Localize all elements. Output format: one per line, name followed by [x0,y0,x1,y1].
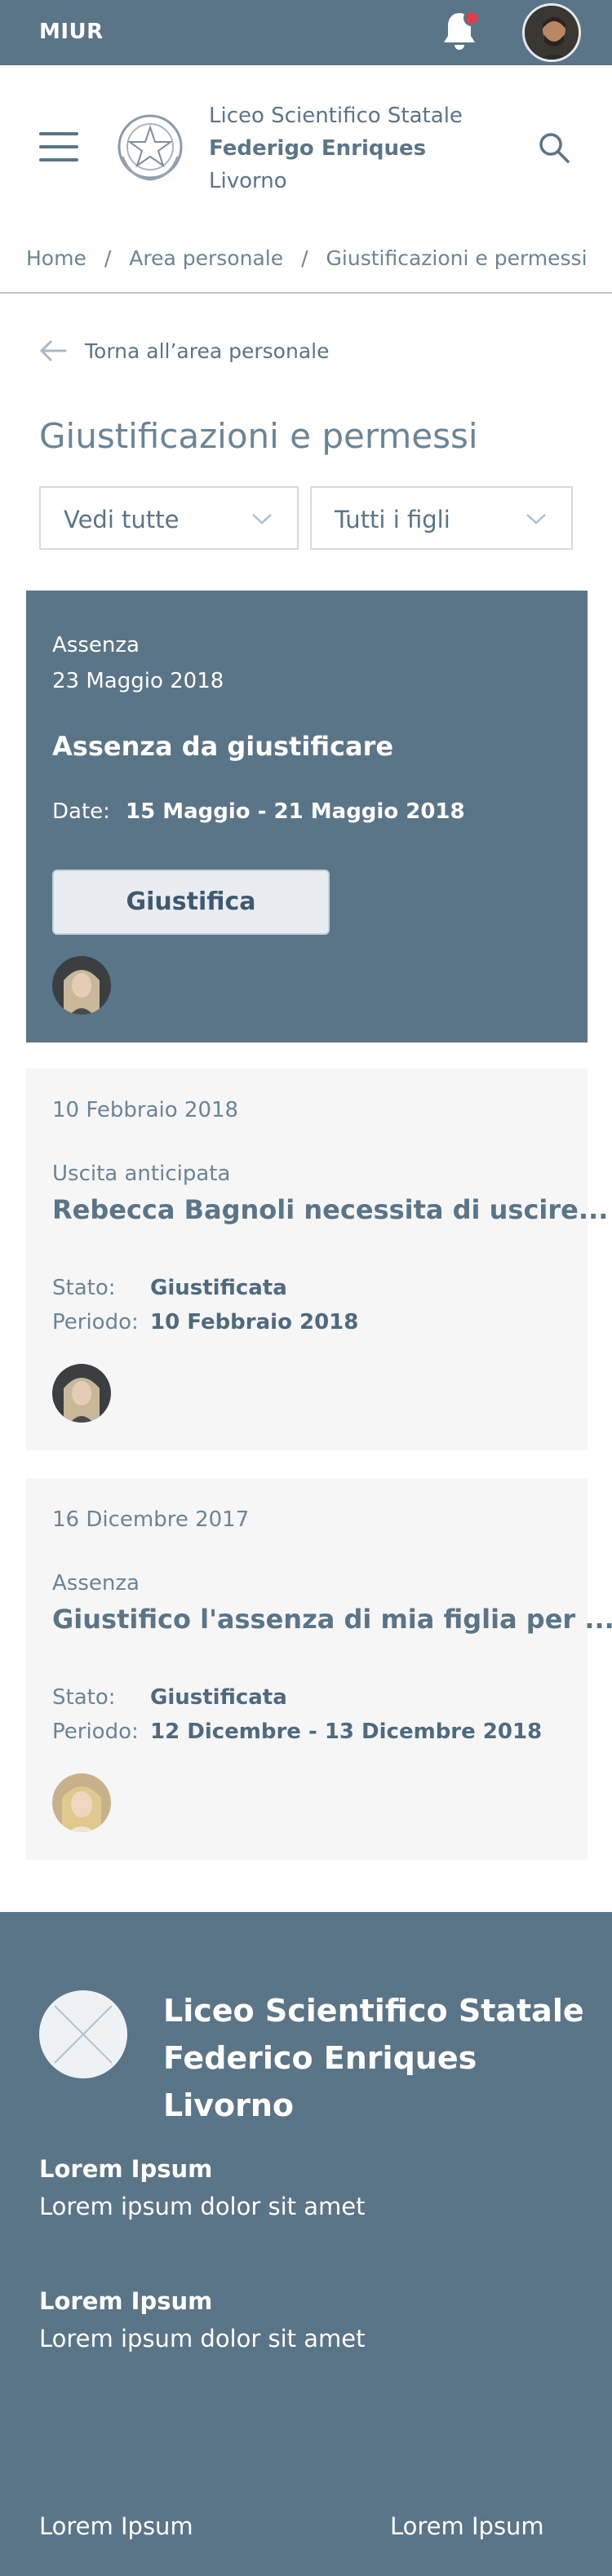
breadcrumb: Home / Area personale / Giustificazioni e pe… [0,228,612,294]
page-title: Giustificazioni e permessi [39,416,478,456]
justification-card[interactable]: 16 Dicembre 2017 Assenza Giustifico l'as… [26,1478,612,1860]
card-period-label: Periodo: [52,1720,139,1744]
breadcrumb-area[interactable]: Area personale [129,246,283,270]
justification-card[interactable]: 10 Febbraio 2018 Uscita anticipata Rebec… [26,1069,608,1450]
notification-badge [463,10,480,26]
footer-school-type: Liceo Scientifico Statale [163,1993,584,2029]
site-footer: Liceo Scientifico Statale Federico Enriq… [0,1912,612,2576]
card-period-value: 10 Febbraio 2018 [150,1310,359,1334]
search-icon [539,133,570,163]
menu-button[interactable] [39,132,78,162]
card-date: 10 Febbraio 2018 [52,1098,239,1122]
filter-show-value: Vedi tutte [64,506,180,533]
card-title[interactable]: Giustifico l'assenza di mia figlia per .… [52,1604,612,1635]
school-type: Liceo Scientifico Statale [209,104,463,128]
chevron-down-icon [526,514,546,524]
footer-school-name: Liceo Scientifico Statale Federico Enriq… [163,1987,584,2129]
footer-link[interactable]: Lorem Ipsum [390,2512,544,2540]
child-avatar [52,1773,111,1832]
card-state-label: Stato: [52,1276,116,1300]
card-period-row: Periodo: 10 Febbraio 2018 [52,1310,358,1334]
filter-children-select[interactable]: Tutti i figli [310,486,573,550]
card-state-label: Stato: [52,1685,116,1710]
card-date: 16 Dicembre 2017 [52,1507,250,1532]
card-kind: Uscita anticipata [52,1162,231,1186]
child-avatar [52,956,111,1015]
filter-show-select[interactable]: Vedi tutte [39,486,299,550]
footer-block-text: Lorem ipsum dolor sit amet [39,2193,366,2220]
card-kind: Assenza [52,633,140,657]
card-period-row: Periodo: 12 Dicembre - 13 Dicembre 2018 [52,1720,542,1744]
footer-link[interactable]: Lorem Ipsum [39,2512,193,2540]
user-avatar[interactable] [522,3,581,62]
card-state-row: Stato: Giustificata [52,1685,287,1710]
card-dates-value: 15 Maggio - 21 Maggio 2018 [126,799,465,824]
card-date: 23 Maggio 2018 [52,669,224,693]
school-title: Federigo Enriques [209,136,427,161]
justification-card-pending[interactable]: Assenza 23 Maggio 2018 Assenza da giusti… [26,591,588,1042]
brand-label[interactable]: MIUR [39,20,104,44]
card-state-value: Giustificata [150,1276,287,1300]
school-city: Livorno [209,169,287,193]
chevron-down-icon [252,514,272,524]
justify-button[interactable]: Giustifica [52,870,330,935]
footer-school-city: Livorno [163,2087,295,2123]
arrow-left-icon [40,340,67,361]
child-avatar [52,1364,111,1423]
card-dates-label: Date: [52,799,110,824]
footer-block-heading: Lorem Ipsum [39,2287,213,2315]
card-state-row: Stato: Giustificata [52,1276,287,1300]
notifications-button[interactable] [441,10,481,55]
republic-emblem-icon [114,108,186,186]
footer-block-heading: Lorem Ipsum [39,2155,213,2183]
card-dates-row: Date: 15 Maggio - 21 Maggio 2018 [52,799,465,824]
top-bar: MIUR [0,0,612,65]
filter-children-value: Tutti i figli [335,506,450,533]
card-title: Assenza da giustificare [52,731,394,762]
breadcrumb-home[interactable]: Home [26,246,86,270]
card-period-value: 12 Dicembre - 13 Dicembre 2018 [150,1720,543,1744]
footer-school-title: Federico Enriques [163,2040,477,2076]
back-link-label: Torna all’area personale [85,339,330,363]
footer-block-text: Lorem ipsum dolor sit amet [39,2325,366,2352]
card-title[interactable]: Rebecca Bagnoli necessita di uscire... [52,1194,608,1225]
breadcrumb-separator: / [301,246,308,270]
card-period-label: Periodo: [52,1310,139,1334]
search-button[interactable] [537,131,571,165]
school-logo-placeholder-icon [39,1990,127,2078]
card-kind: Assenza [52,1571,140,1596]
site-header: Liceo Scientifico Statale Federigo Enriq… [0,65,612,228]
back-link[interactable]: Torna all’area personale [39,334,329,367]
breadcrumb-current: Giustificazioni e permessi [326,246,588,270]
card-state-value: Giustificata [150,1685,287,1710]
breadcrumb-separator: / [104,246,112,270]
school-name[interactable]: Liceo Scientifico Statale Federigo Enriq… [209,100,463,197]
